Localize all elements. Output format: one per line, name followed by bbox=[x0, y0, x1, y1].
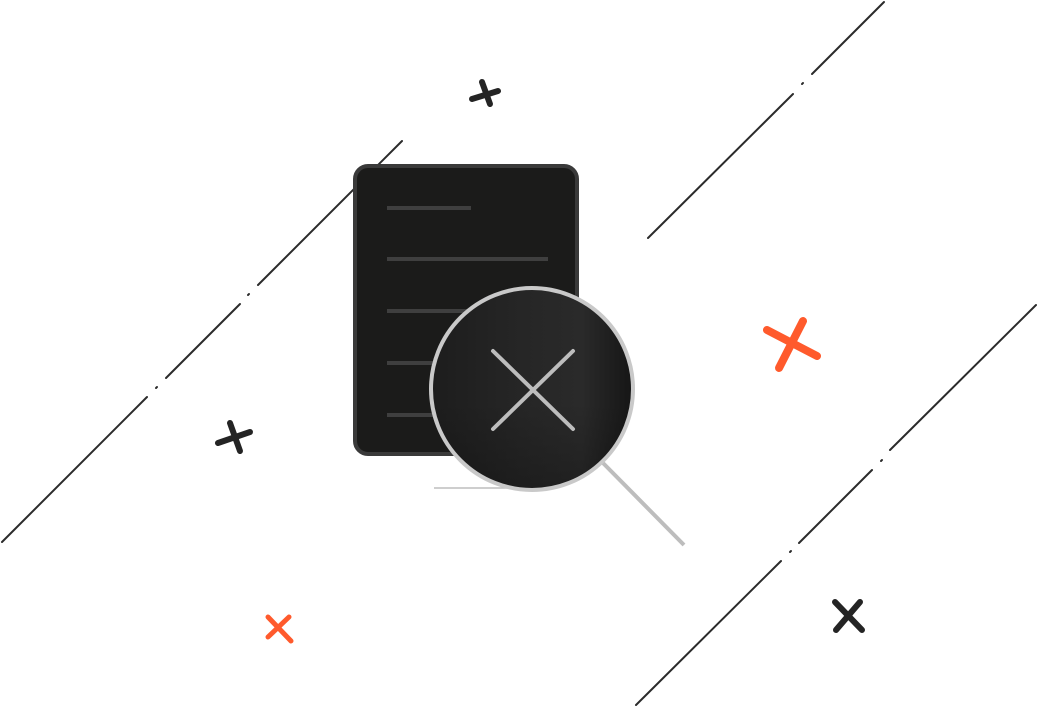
magnifier-handle bbox=[601, 461, 686, 547]
diagonal-line-left-dot-b bbox=[155, 386, 158, 389]
diagonal-line-top-right-b bbox=[647, 93, 794, 239]
diagonal-line-bottom-right-dot-a bbox=[880, 459, 883, 462]
diagonal-line-left-dot-a bbox=[247, 293, 250, 296]
diagonal-line-left-b bbox=[165, 303, 241, 379]
diagonal-line-left-c bbox=[1, 396, 148, 543]
x-mark-bottom-right-dark bbox=[832, 599, 865, 633]
illustration-svg bbox=[1, 1, 1037, 706]
diagonal-line-top-right-a bbox=[811, 1, 885, 75]
x-mark-left-dark bbox=[215, 420, 253, 454]
diagonal-line-top-right-dot bbox=[801, 82, 804, 85]
diagonal-line-bottom-right-dot-b bbox=[789, 550, 792, 553]
x-mark-right-orange bbox=[763, 317, 821, 372]
x-mark-bottom-left-orange bbox=[265, 614, 294, 644]
empty-state-illustration bbox=[0, 0, 1040, 712]
diagonal-line-bottom-right-b bbox=[798, 469, 873, 544]
x-mark-top-dark bbox=[469, 79, 501, 107]
diagonal-line-bottom-right-a bbox=[889, 304, 1037, 451]
diagonal-line-bottom-right-c bbox=[635, 560, 782, 706]
magnifier-icon bbox=[429, 286, 686, 547]
